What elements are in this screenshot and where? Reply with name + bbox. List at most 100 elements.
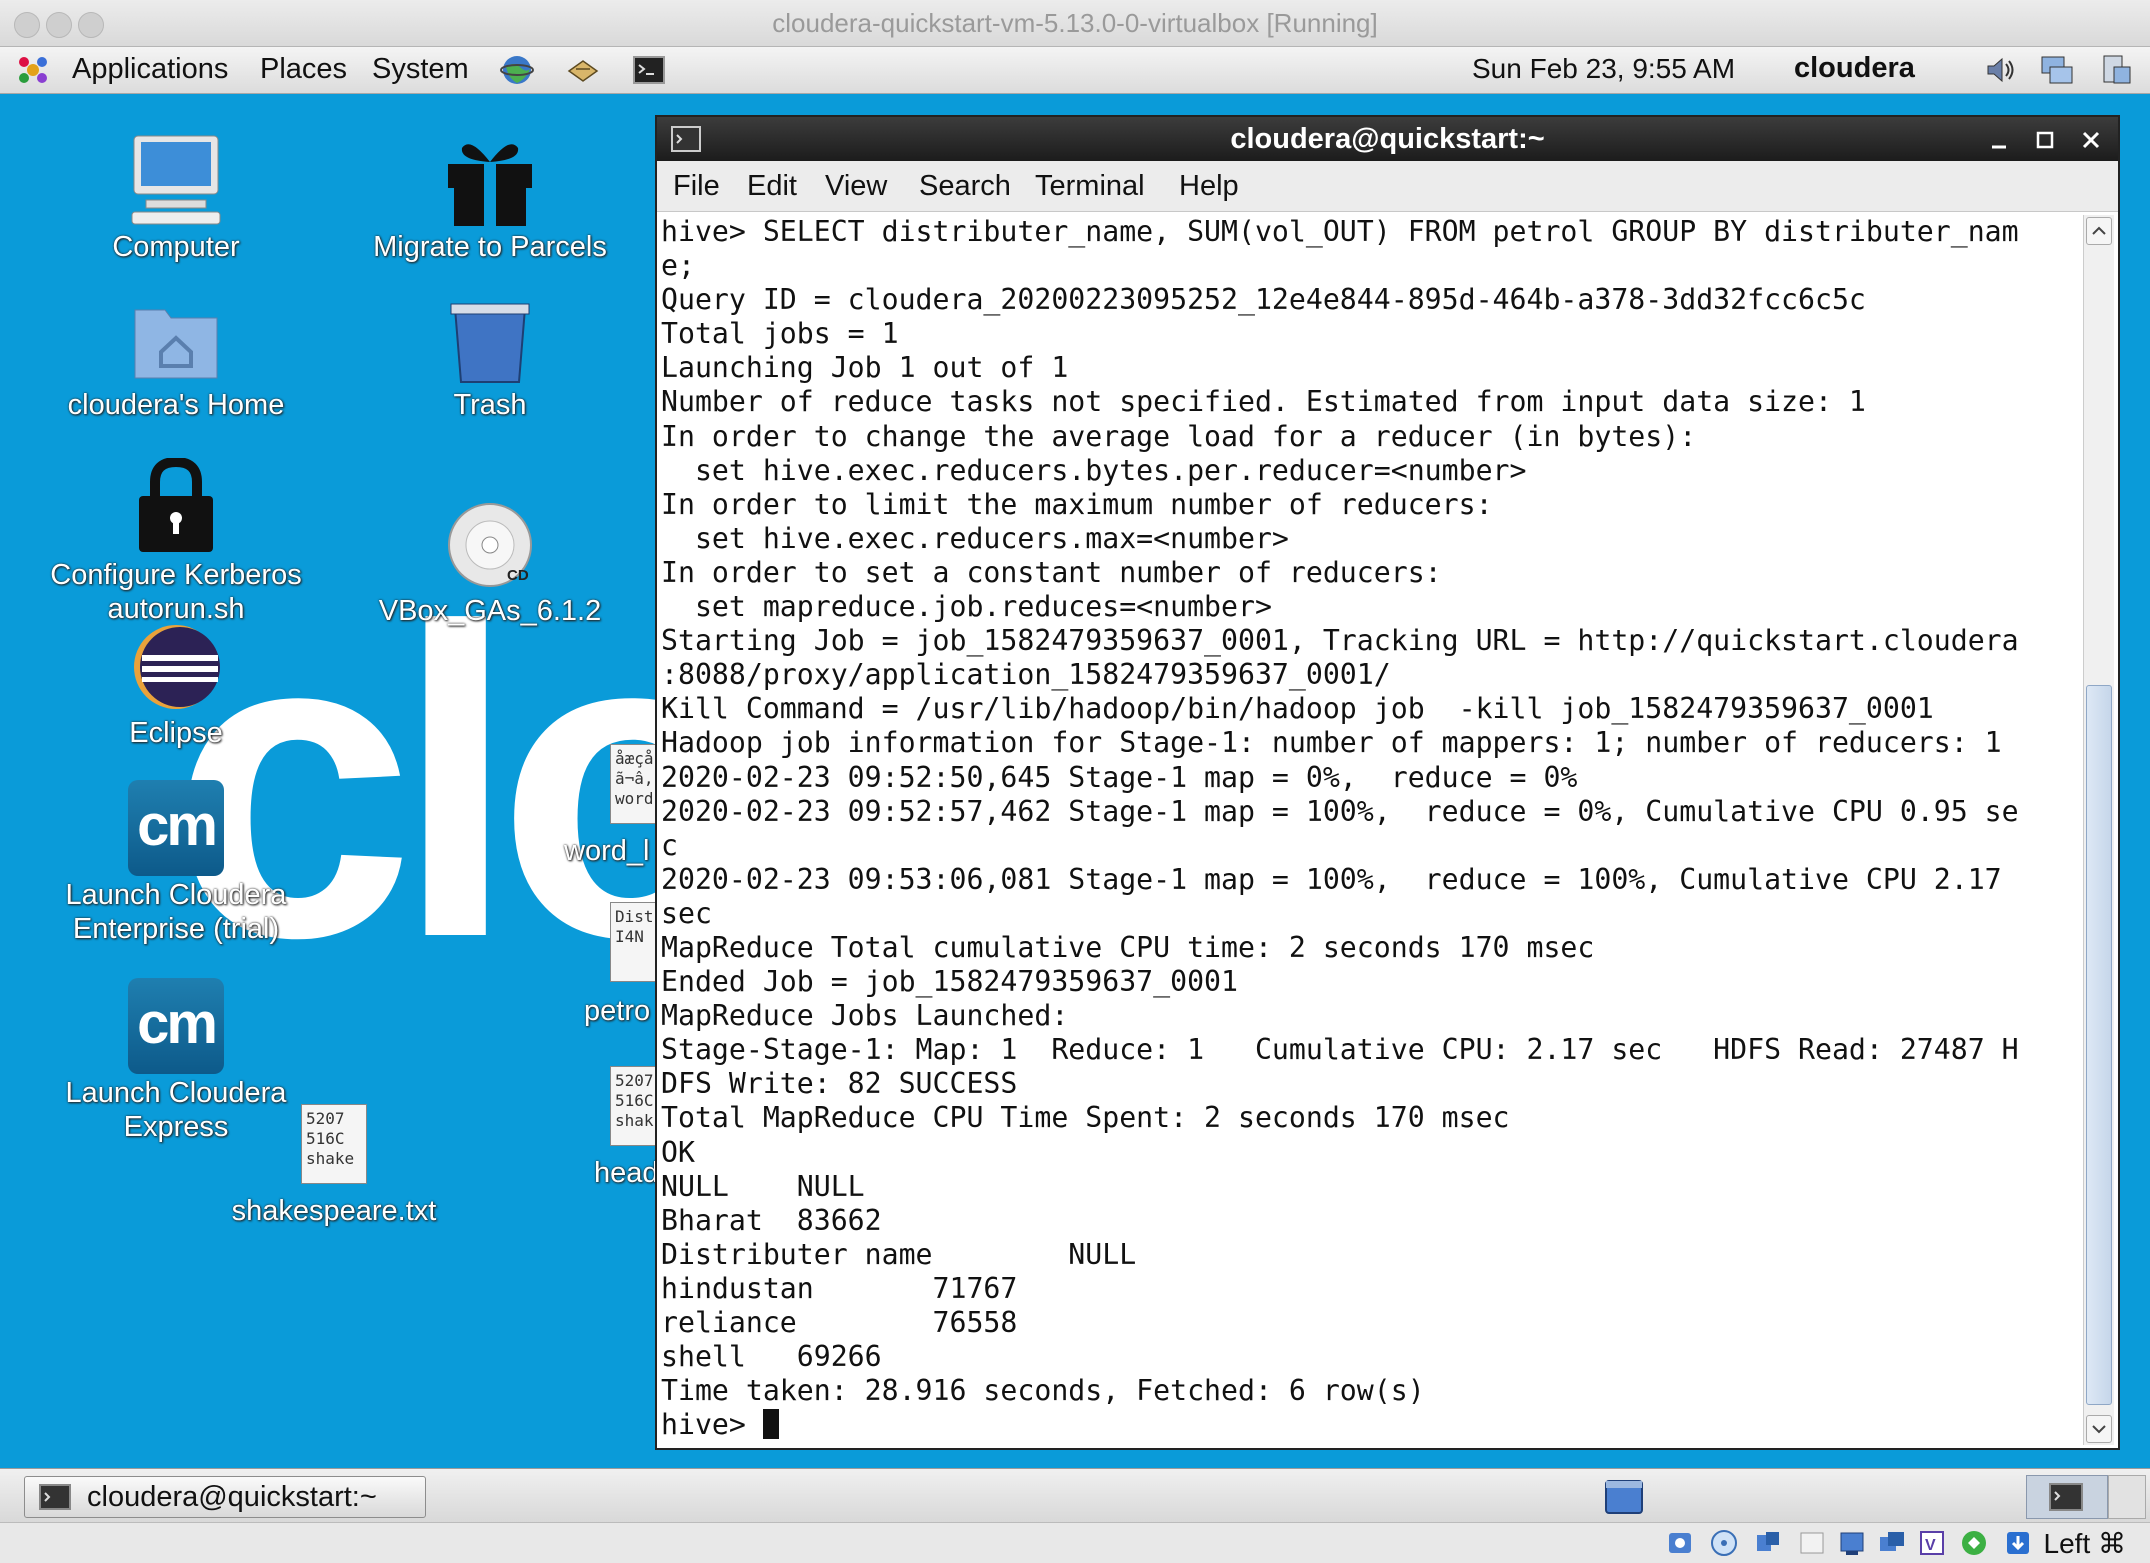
desktop-icon-kerberos[interactable]: Configure Kerberos autorun.sh	[26, 456, 326, 626]
mail-icon[interactable]	[566, 53, 600, 87]
terminal-titlebar[interactable]: cloudera@quickstart:~	[657, 117, 2118, 161]
terminal-line: NULL NULL	[661, 1169, 865, 1203]
terminal-line: sec	[661, 896, 712, 930]
terminal-line: c	[661, 828, 678, 862]
menu-edit[interactable]: Edit	[747, 170, 797, 203]
menu-help[interactable]: Help	[1179, 170, 1239, 203]
desktop-icon-label: Computer	[112, 231, 240, 263]
virtualbox-statusbar: V Left ⌘	[0, 1522, 2150, 1563]
terminal-line: Time taken: 28.916 seconds, Fetched: 6 r…	[661, 1374, 1425, 1408]
menu-system[interactable]: System	[372, 53, 469, 86]
menu-places[interactable]: Places	[260, 53, 347, 86]
thumb-line: 5207	[306, 1109, 345, 1128]
workspace-1[interactable]	[2026, 1475, 2108, 1519]
terminal-line: Hadoop job information for Stage-1: numb…	[661, 726, 2002, 760]
network-status-icon[interactable]	[2100, 53, 2134, 87]
terminal-line: e;	[661, 249, 695, 283]
maximize-icon[interactable]	[2034, 129, 2056, 151]
desktop-icon-computer[interactable]: Computer	[26, 134, 326, 264]
panel-username[interactable]: cloudera	[1794, 52, 1915, 85]
scroll-down-arrow[interactable]	[2086, 1415, 2112, 1443]
menu-search[interactable]: Search	[919, 170, 1011, 203]
network-icon[interactable]	[2040, 53, 2074, 87]
terminal-output[interactable]: hive> SELECT distributer_name, SUM(vol_O…	[661, 215, 2081, 1445]
terminal-launcher-icon[interactable]	[632, 53, 666, 87]
desktop-icon-trash[interactable]: Trash	[340, 300, 640, 422]
terminal-line: Stage-Stage-1: Map: 1 Reduce: 1 Cumulati…	[661, 1033, 2019, 1067]
gnome-foot-icon	[19, 57, 47, 83]
host-key-indicator[interactable]: Left ⌘	[2044, 1527, 2126, 1560]
terminal-line: reliance 76558	[661, 1306, 1018, 1339]
menu-file[interactable]: File	[673, 170, 720, 203]
desktop-icon-label: Configure Kerberos	[50, 559, 302, 591]
hard-disk-icon[interactable]	[1666, 1529, 1694, 1557]
bottom-taskbar: cloudera@quickstart:~	[0, 1468, 2150, 1523]
optical-drive-icon[interactable]	[1710, 1529, 1738, 1557]
desktop-icon-cloudera-trial[interactable]: cm Launch Cloudera Enterprise (trial)	[26, 780, 326, 946]
terminal-line: Kill Command = /usr/lib/hadoop/bin/hadoo…	[661, 692, 1934, 726]
terminal-line: Query ID = cloudera_20200223095252_12e4e…	[661, 283, 1866, 317]
hive-prompt: hive>	[661, 1408, 763, 1442]
workspace-2[interactable]	[2108, 1475, 2146, 1519]
terminal-line: hive> SELECT distributer_name, SUM(vol_O…	[661, 215, 2019, 248]
desktop-icon-label: Eclipse	[129, 717, 223, 749]
desktop-icon-label-head: head	[594, 1157, 659, 1189]
terminal-line: Starting Job = job_1582479359637_0001, T…	[661, 624, 2019, 658]
desktop-icon-label-word: word_l	[564, 835, 650, 867]
network-adapter-icon[interactable]	[1798, 1529, 1826, 1557]
terminal-line: OK	[661, 1135, 695, 1169]
eclipse-icon	[134, 625, 220, 709]
vm-window-title: cloudera-quickstart-vm-5.13.0-0-virtualb…	[772, 8, 1378, 38]
terminal-line: 2020-02-23 09:52:57,462 Stage-1 map = 10…	[661, 794, 2019, 828]
desktop-icon-label: Migrate to Parcels	[373, 231, 607, 263]
terminal-line: Launching Job 1 out of 1	[661, 351, 1069, 385]
usb-icon[interactable]	[1838, 1529, 1866, 1557]
shared-folders-icon[interactable]	[1878, 1529, 1906, 1557]
cloudera-manager-icon: cm	[128, 780, 224, 876]
text-cursor	[762, 1409, 779, 1440]
terminal-line: Total jobs = 1	[661, 317, 899, 351]
scroll-thumb[interactable]	[2086, 685, 2112, 1405]
terminal-prompt-line[interactable]: hive>	[661, 1408, 2081, 1442]
terminal-line: shell 69266	[661, 1340, 882, 1374]
gift-box-icon	[448, 144, 532, 226]
minimize-icon[interactable]	[1988, 129, 2010, 151]
top-panel: Applications Places System Sun Feb 23, 9…	[0, 47, 2150, 94]
desktop-icon-home[interactable]: cloudera's Home	[26, 300, 326, 422]
terminal-line: 2020-02-23 09:53:06,081 Stage-1 map = 10…	[661, 862, 2002, 896]
desktop-icon-eclipse[interactable]: Eclipse	[26, 622, 326, 750]
menu-applications[interactable]: Applications	[72, 53, 228, 86]
menu-view[interactable]: View	[825, 170, 887, 203]
desktop-icon-shakespeare[interactable]: 5207 516C shake shakespeare.txt	[184, 1104, 484, 1228]
taskbar-window-button[interactable]: cloudera@quickstart:~	[24, 1476, 426, 1518]
terminal-line: Total MapReduce CPU Time Spent: 2 second…	[661, 1101, 1510, 1135]
home-folder-icon	[134, 309, 218, 379]
scroll-up-arrow[interactable]	[2086, 217, 2112, 245]
web-browser-icon[interactable]	[500, 53, 534, 87]
terminal-scrollbar[interactable]	[2083, 215, 2114, 1445]
display-icon[interactable]: V	[1918, 1529, 1946, 1557]
desktop-icon-label-autorun[interactable]: autorun.sh	[26, 592, 326, 626]
cd-disc-icon: CD	[448, 503, 532, 587]
lock-icon	[139, 456, 213, 552]
desktop-icon-label: Trash	[453, 389, 527, 421]
panel-clock[interactable]: Sun Feb 23, 9:55 AM	[1472, 53, 1735, 85]
desktop-icon-vbox-cd[interactable]: CD VBox_GAs_6.1.2	[340, 500, 640, 628]
desktop-icon-migrate[interactable]: Migrate to Parcels	[340, 134, 640, 264]
terminal-icon	[39, 1484, 71, 1510]
workspace-switcher-icon[interactable]	[1604, 1479, 1644, 1515]
recording-icon[interactable]	[1960, 1529, 1988, 1557]
svg-text:V: V	[1925, 1537, 1936, 1554]
terminal-title: cloudera@quickstart:~	[1230, 123, 1545, 155]
volume-icon[interactable]	[1984, 53, 2018, 87]
terminal-line: Number of reduce tasks not specified. Es…	[661, 385, 1866, 419]
terminal-window[interactable]: cloudera@quickstart:~ File Edit View Sea…	[655, 115, 2120, 1450]
cd-badge-text: CD	[507, 567, 529, 584]
cloudera-manager-icon: cm	[128, 978, 224, 1074]
keyboard-capture-icon[interactable]	[2004, 1529, 2032, 1557]
audio-icon[interactable]	[1754, 1529, 1782, 1557]
close-icon[interactable]	[2080, 129, 2102, 151]
vm-window-titlebar: cloudera-quickstart-vm-5.13.0-0-virtualb…	[0, 0, 2150, 47]
menu-terminal[interactable]: Terminal	[1035, 170, 1145, 203]
desktop-icon-label-line2: Enterprise (trial)	[72, 913, 280, 945]
